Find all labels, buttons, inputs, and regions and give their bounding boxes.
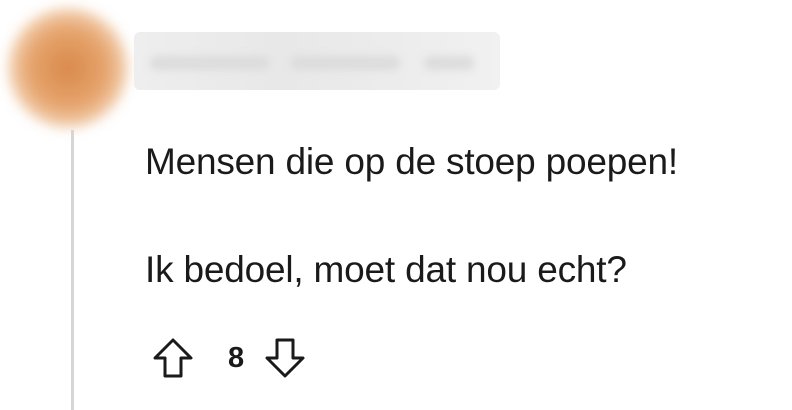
comment-body: Mensen die op de stoep poepen! Ik bedoel…: [145, 140, 785, 292]
avatar[interactable]: [8, 8, 128, 128]
arrow-up-icon: [153, 338, 193, 378]
arrow-down-icon: [265, 338, 305, 378]
thread-line[interactable]: [71, 130, 74, 410]
comment-text-line: Mensen die op de stoep poepen!: [145, 141, 678, 182]
vote-count: 8: [228, 342, 245, 374]
downvote-button[interactable]: [262, 334, 308, 382]
comment-text-line: Ik bedoel, moet dat nou echt?: [145, 249, 627, 290]
vote-bar: 8: [150, 334, 308, 382]
username-redacted: [134, 32, 500, 90]
comment: Mensen die op de stoep poepen! Ik bedoel…: [0, 0, 792, 410]
upvote-button[interactable]: [150, 334, 196, 382]
